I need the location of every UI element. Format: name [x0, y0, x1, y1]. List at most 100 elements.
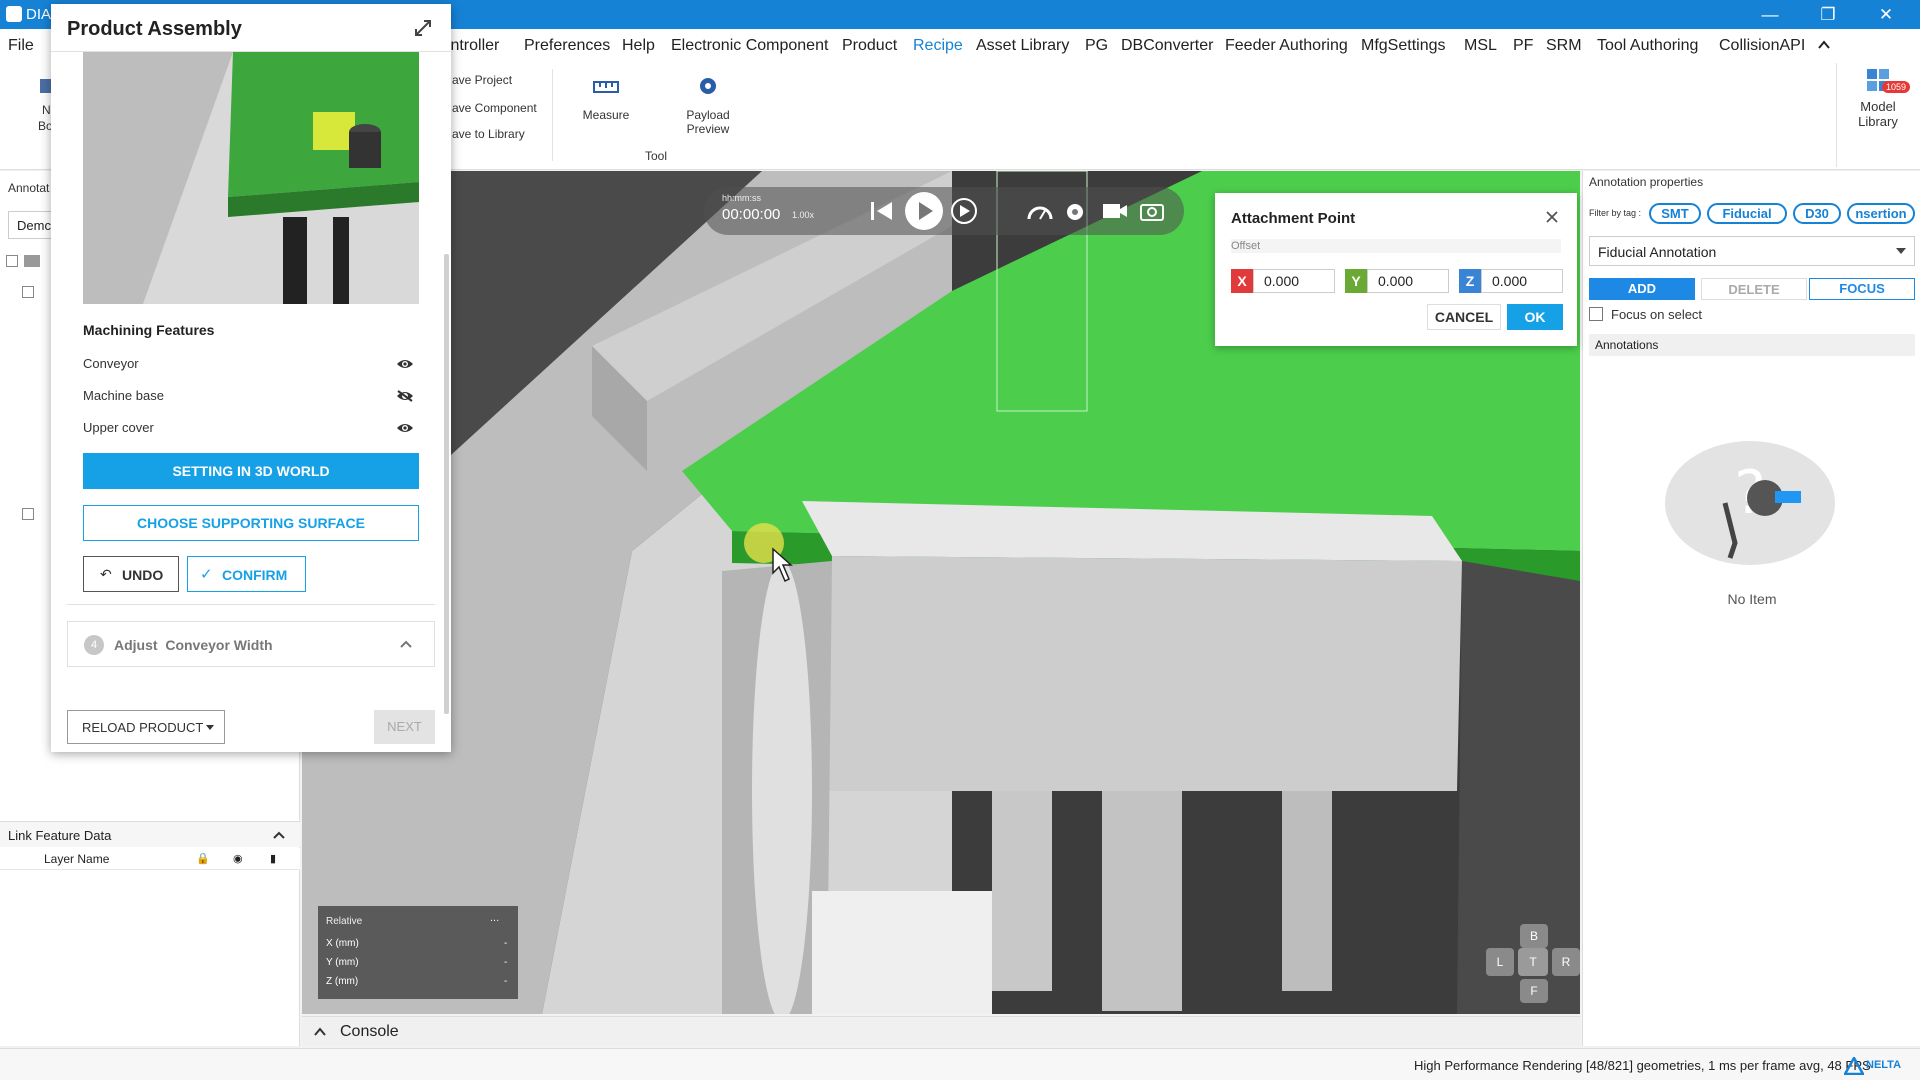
tag-fiducial[interactable]: Fiducial [1707, 203, 1787, 224]
playback-bar: hh:mm:ss 00:00:00 1.00x [704, 187, 1184, 235]
lock-icon[interactable]: 🔒 [196, 852, 210, 865]
step-number-badge: 4 [84, 635, 104, 655]
eye-icon[interactable] [396, 358, 414, 370]
view-front-button[interactable]: F [1520, 979, 1548, 1003]
step-forward-icon[interactable] [950, 197, 980, 225]
tag-insertion[interactable]: nsertion [1847, 203, 1915, 224]
console-bar[interactable]: Console [302, 1016, 1580, 1046]
offset-label: Offset [1231, 240, 1261, 252]
restore-button[interactable]: ❐ [1800, 0, 1856, 29]
tree-expander[interactable] [22, 508, 34, 520]
visibility-icon[interactable]: ◉ [233, 852, 243, 865]
choose-supporting-surface-button[interactable]: CHOOSE SUPPORTING SURFACE [83, 505, 419, 541]
tree-expander[interactable] [6, 255, 18, 267]
save-to-library-item[interactable]: ave to Library [452, 127, 525, 141]
save-component-item[interactable]: ave Component [452, 101, 537, 115]
expand-icon[interactable] [413, 18, 433, 38]
payload-preview-tool[interactable]: Payload Preview [678, 73, 738, 136]
speed-gauge-icon[interactable] [1026, 199, 1054, 223]
annotation-properties-title: Annotation properties [1589, 175, 1704, 189]
menu-tool-authoring[interactable]: Tool Authoring [1597, 37, 1698, 55]
tool-group-label: Tool [645, 149, 668, 163]
save-project-item[interactable]: ave Project [452, 73, 512, 87]
chevron-up-icon[interactable] [400, 640, 412, 648]
view-top-button[interactable]: T [1518, 948, 1548, 976]
dialog-scrollbar[interactable] [444, 254, 449, 714]
delete-annotation-button[interactable]: DELETE [1701, 278, 1807, 300]
z-offset-input[interactable]: 0.000 [1481, 269, 1563, 293]
menu-preferences[interactable]: Preferences [524, 37, 610, 55]
skip-back-icon[interactable] [868, 199, 896, 223]
focus-annotation-button[interactable]: FOCUS [1809, 278, 1915, 300]
view-right-button[interactable]: R [1552, 948, 1580, 976]
measure-label: Measure [582, 108, 630, 122]
annotation-type-select[interactable]: Fiducial Annotation [1589, 236, 1915, 266]
delta-logo-icon [1844, 1057, 1864, 1075]
menu-dbconverter[interactable]: DBConverter [1121, 37, 1213, 55]
relative-y-label: Y (mm) [326, 957, 359, 968]
chevron-up-icon[interactable] [1817, 39, 1831, 51]
menu-recipe[interactable]: Recipe [913, 37, 963, 55]
tag-smt[interactable]: SMT [1649, 203, 1701, 224]
menu-help[interactable]: Help [622, 37, 655, 55]
ribbon-divider [552, 69, 553, 161]
menu-pg[interactable]: PG [1085, 37, 1108, 55]
dropdown-caret-icon [1896, 248, 1906, 254]
menu-pf[interactable]: PF [1513, 37, 1533, 55]
reload-product-button[interactable]: RELOAD PRODUCT [67, 710, 225, 744]
x-offset-input[interactable]: 0.000 [1253, 269, 1335, 293]
y-offset-input[interactable]: 0.000 [1367, 269, 1449, 293]
chevron-up-icon[interactable] [314, 1027, 326, 1036]
undo-button[interactable]: ↶ UNDO [83, 556, 179, 592]
model-library-button[interactable]: 1059 Model Library [1848, 63, 1911, 129]
confirm-button[interactable]: ✓ CONFIRM [187, 556, 306, 592]
trash-icon[interactable]: ▮ [270, 852, 276, 865]
menu-feeder-authoring[interactable]: Feeder Authoring [1225, 37, 1348, 55]
relative-menu-icon[interactable]: ... [490, 912, 499, 924]
focus-on-select-checkbox[interactable] [1589, 307, 1603, 321]
menu-msl[interactable]: MSL [1464, 37, 1497, 55]
annotations-list-title: Annotations [1595, 338, 1659, 352]
next-button[interactable]: NEXT [374, 710, 435, 744]
menu-mfgsettings[interactable]: MfgSettings [1361, 37, 1445, 55]
add-annotation-button[interactable]: ADD [1589, 278, 1695, 300]
menu-srm[interactable]: SRM [1546, 37, 1582, 55]
close-icon[interactable] [1545, 210, 1559, 224]
gear-icon[interactable] [1062, 199, 1088, 225]
cancel-button[interactable]: CANCEL [1427, 304, 1501, 330]
setting-in-3d-world-button[interactable]: SETTING IN 3D WORLD [83, 453, 419, 489]
relative-z-label: Z (mm) [326, 976, 359, 987]
tag-d30[interactable]: D30 [1793, 203, 1841, 224]
link-feature-header: Link Feature Data [0, 821, 300, 847]
eye-off-icon[interactable] [396, 390, 414, 402]
menu-asset-library[interactable]: Asset Library [976, 37, 1069, 55]
ok-button[interactable]: OK [1507, 304, 1563, 330]
eye-icon[interactable] [396, 422, 414, 434]
minimize-button[interactable]: — [1742, 0, 1798, 29]
step-adjust-conveyor-width[interactable]: 4 Adjust Conveyor Width [67, 621, 435, 667]
annotations-list-header: Annotations [1589, 334, 1915, 356]
x-axis-label: X [1231, 269, 1253, 293]
close-button[interactable]: ✕ [1858, 0, 1914, 29]
menu-product[interactable]: Product [842, 37, 897, 55]
collapse-icon[interactable] [273, 830, 285, 840]
model-library-badge: 1059 [1882, 81, 1911, 93]
measure-tool[interactable]: Measure [576, 73, 636, 122]
view-back-button[interactable]: B [1520, 924, 1548, 948]
console-label: Console [340, 1023, 399, 1040]
product-preview-image [83, 52, 419, 304]
menu-electronic-component[interactable]: Electronic Component [671, 37, 828, 55]
menu-file[interactable]: File [8, 37, 34, 55]
view-left-button[interactable]: L [1486, 948, 1514, 976]
layer-name-header: Layer Name [44, 852, 110, 866]
video-camera-icon[interactable] [1102, 201, 1128, 221]
relative-y-value: - [504, 957, 508, 968]
play-icon[interactable] [904, 191, 944, 231]
empty-state-illustration: ? [1665, 441, 1835, 565]
camera-icon[interactable] [1140, 200, 1164, 222]
layer-table-header: Layer Name 🔒 ◉ ▮ [0, 848, 300, 870]
menu-collisionapi[interactable]: CollisionAPI [1719, 37, 1805, 55]
speed-display: 1.00x [792, 210, 815, 220]
feature-upper-cover-label: Upper cover [83, 420, 154, 435]
tree-expander[interactable] [22, 286, 34, 298]
